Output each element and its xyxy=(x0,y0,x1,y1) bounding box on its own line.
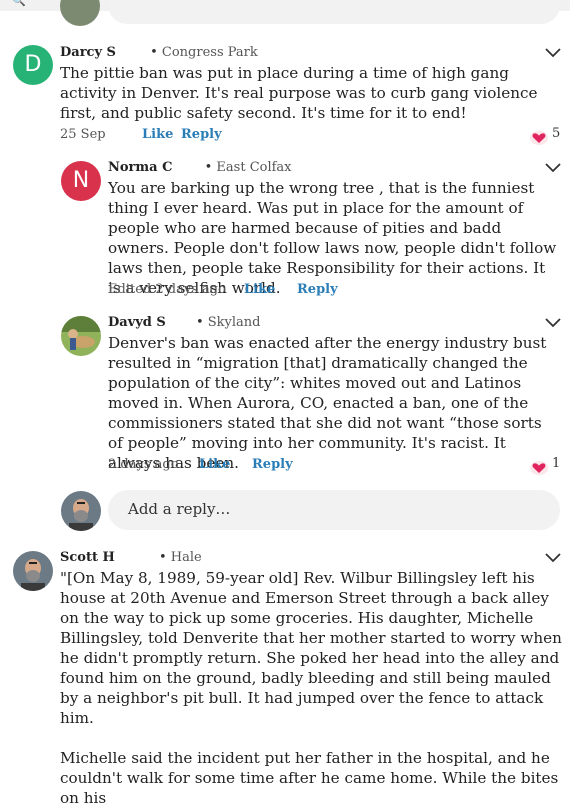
avatar xyxy=(13,551,53,591)
comment-text: Denver's ban was enacted after the energ… xyxy=(108,334,547,472)
comment-actions: 25 Sep Like Reply xyxy=(60,127,360,143)
comment-meta: Norma C • East Colfax xyxy=(108,160,292,175)
chevron-down-icon[interactable] xyxy=(545,318,561,328)
comment-text: The pittie ban was put in place during a… xyxy=(60,64,538,122)
neighborhood[interactable]: East Colfax xyxy=(216,160,291,175)
comment-meta: Scott H • Hale xyxy=(60,550,202,565)
reply-button[interactable]: Reply xyxy=(297,282,338,298)
avatar-letter: N xyxy=(72,168,90,193)
like-count[interactable]: 1 xyxy=(530,456,566,475)
comment-actions: Edited 2 days ago Like Reply xyxy=(108,282,408,298)
author-name[interactable]: Davyd S xyxy=(108,315,166,330)
reply-input[interactable]: Add a reply… xyxy=(108,490,560,530)
avatar xyxy=(60,0,100,26)
neighborhood[interactable]: Congress Park xyxy=(162,45,258,60)
comment-actions: 2 days ago Like Reply xyxy=(108,457,408,473)
reply-button[interactable]: Reply xyxy=(181,127,222,143)
avatar xyxy=(61,491,101,531)
timestamp: Edited 2 days ago xyxy=(108,282,226,297)
comment-text: "[On May 8, 1989, 59-year old] Rev. Wilb… xyxy=(60,569,562,807)
neighborhood[interactable]: Hale xyxy=(171,550,202,565)
comment-meta: Davyd S • Skyland xyxy=(108,315,261,330)
avatar: D xyxy=(13,45,53,85)
timestamp: 25 Sep xyxy=(60,127,106,142)
comment-text: You are barking up the wrong tree , that… xyxy=(108,179,557,297)
neighborhood[interactable]: Skyland xyxy=(208,315,261,330)
avatar xyxy=(61,316,101,356)
author-name[interactable]: Scott H xyxy=(60,550,115,565)
like-button[interactable]: Like xyxy=(244,282,275,298)
previous-reply-input[interactable] xyxy=(108,0,560,24)
search-icon[interactable]: 🔍 xyxy=(12,0,26,7)
reply-button[interactable]: Reply xyxy=(252,457,293,473)
chevron-down-icon[interactable] xyxy=(545,163,561,173)
heart-icon xyxy=(530,131,548,145)
timestamp: 2 days ago xyxy=(108,457,179,472)
like-button[interactable]: Like xyxy=(142,127,173,143)
comment-meta: Darcy S • Congress Park xyxy=(60,45,258,60)
like-button[interactable]: Like xyxy=(199,457,230,473)
reply-placeholder: Add a reply… xyxy=(128,500,231,518)
like-count[interactable]: 5 xyxy=(530,126,566,145)
avatar-letter: D xyxy=(24,52,42,77)
heart-icon xyxy=(530,461,548,475)
chevron-down-icon[interactable] xyxy=(545,553,561,563)
author-name[interactable]: Norma C xyxy=(108,160,172,175)
chevron-down-icon[interactable] xyxy=(545,48,561,58)
avatar: N xyxy=(61,161,101,201)
author-name[interactable]: Darcy S xyxy=(60,45,116,60)
